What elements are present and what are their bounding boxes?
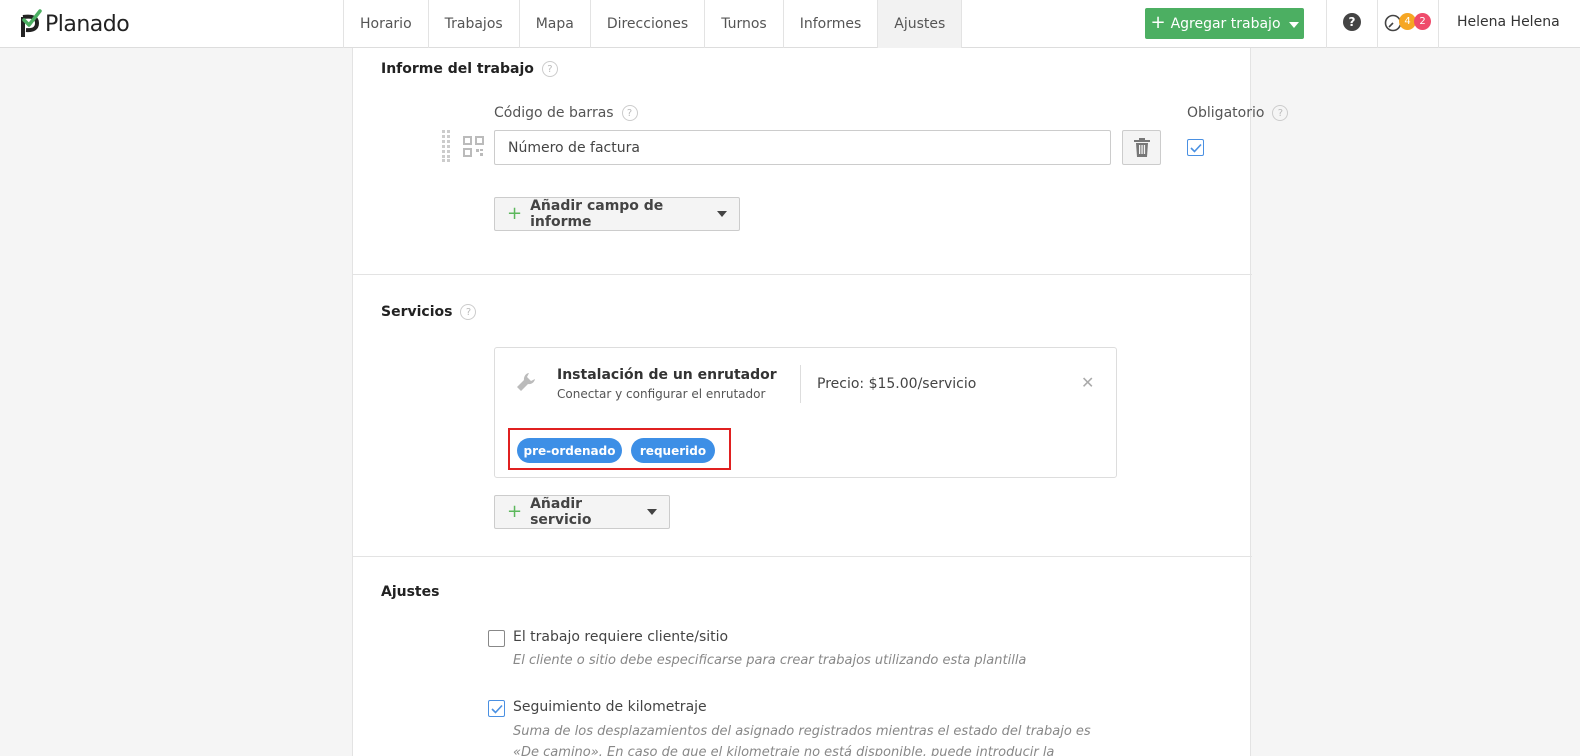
planado-logo-icon — [21, 9, 42, 37]
caret-down-icon — [1288, 22, 1299, 28]
service-description: Conectar y configurar el enrutador — [557, 387, 766, 401]
nav-item-horario[interactable]: Horario — [344, 0, 429, 48]
mileage-tracking-description: Suma de los desplazamientos del asignado… — [513, 724, 1091, 756]
close-icon[interactable]: ✕ — [1081, 373, 1094, 392]
report-field-name-input[interactable] — [494, 130, 1111, 165]
notification-badge-red[interactable]: 2 — [1414, 13, 1431, 30]
plus-icon: + — [507, 202, 523, 224]
add-report-field-button[interactable]: + Añadir campo de informe — [494, 197, 740, 231]
drag-handle-icon[interactable] — [442, 130, 450, 162]
add-service-label: Añadir servicio — [530, 496, 592, 528]
add-job-button[interactable]: + Agregar trabajo — [1145, 8, 1304, 39]
qr-code-icon — [463, 136, 484, 157]
mileage-tracking-label[interactable]: Seguimiento de kilometraje — [513, 699, 707, 715]
planado-logo[interactable]: Planado — [20, 8, 130, 40]
question-mark-icon[interactable]: ? — [541, 61, 558, 77]
service-name: Instalación de un enrutador — [557, 367, 777, 383]
question-mark-icon[interactable]: ? — [1272, 105, 1289, 121]
wrench-icon — [517, 373, 535, 391]
barcode-field-label: Código de barras ? — [494, 105, 638, 121]
delete-field-button[interactable] — [1122, 130, 1161, 165]
services-section-title: Servicios ? — [381, 304, 477, 320]
barcode-label-text: Código de barras — [494, 105, 614, 121]
service-tags-highlight: pre-ordenado requerido — [508, 428, 731, 470]
add-report-field-label: Añadir campo de informe — [530, 198, 664, 230]
service-price: Precio: $15.00/servicio — [817, 376, 977, 392]
nav-item-trabajos[interactable]: Trabajos — [429, 0, 520, 48]
requires-client-checkbox[interactable] — [488, 630, 505, 647]
checkmark-icon — [490, 704, 503, 714]
plus-icon: + — [1150, 11, 1166, 33]
plus-icon: + — [507, 500, 523, 522]
tag-required[interactable]: requerido — [631, 438, 715, 463]
add-job-label: Agregar trabajo — [1170, 15, 1281, 32]
nav-item-direcciones[interactable]: Direcciones — [591, 0, 706, 48]
checkmark-icon — [1189, 143, 1202, 153]
add-service-button[interactable]: + Añadir servicio — [494, 495, 670, 529]
settings-title-text: Ajustes — [381, 584, 440, 600]
tag-pre-ordered[interactable]: pre-ordenado — [517, 438, 622, 463]
nav-item-ajustes[interactable]: Ajustes — [878, 0, 963, 48]
caret-down-icon — [717, 211, 727, 217]
user-menu[interactable]: Helena Helena — [1457, 14, 1560, 30]
trash-icon — [1133, 138, 1150, 157]
nav-divider — [1438, 0, 1439, 48]
required-column-label: Obligatorio ? — [1187, 105, 1289, 121]
nav-item-turnos[interactable]: Turnos — [705, 0, 784, 48]
help-icon[interactable]: ? — [1343, 13, 1361, 31]
main-nav: Horario Trabajos Mapa Direcciones Turnos… — [343, 0, 963, 48]
service-card: Instalación de un enrutador Conectar y c… — [494, 347, 1117, 478]
top-navbar: Planado Horario Trabajos Mapa Direccione… — [0, 0, 1580, 48]
section-divider — [353, 274, 1252, 275]
nav-divider — [1326, 0, 1327, 48]
required-label-text: Obligatorio — [1187, 105, 1265, 121]
service-divider — [800, 365, 801, 403]
required-checkbox[interactable] — [1187, 139, 1204, 156]
question-mark-icon[interactable]: ? — [621, 105, 638, 121]
mileage-tracking-checkbox[interactable] — [488, 700, 505, 717]
section-divider — [353, 556, 1252, 557]
report-section-title: Informe del trabajo ? — [381, 61, 558, 77]
brand-name: Planado — [45, 11, 130, 37]
question-mark-icon[interactable]: ? — [460, 304, 477, 320]
settings-section-title: Ajustes — [381, 584, 439, 600]
nav-item-mapa[interactable]: Mapa — [520, 0, 591, 48]
services-title-text: Servicios — [381, 304, 453, 320]
caret-down-icon — [647, 509, 657, 515]
template-settings-panel: Informe del trabajo ? Código de barras ?… — [352, 48, 1289, 756]
nav-item-informes[interactable]: Informes — [784, 0, 879, 48]
requires-client-label[interactable]: El trabajo requiere cliente/sitio — [513, 629, 728, 645]
report-title-text: Informe del trabajo — [381, 61, 534, 77]
requires-client-description: El cliente o sitio debe especificarse pa… — [513, 653, 1027, 668]
nav-divider — [1377, 0, 1378, 48]
